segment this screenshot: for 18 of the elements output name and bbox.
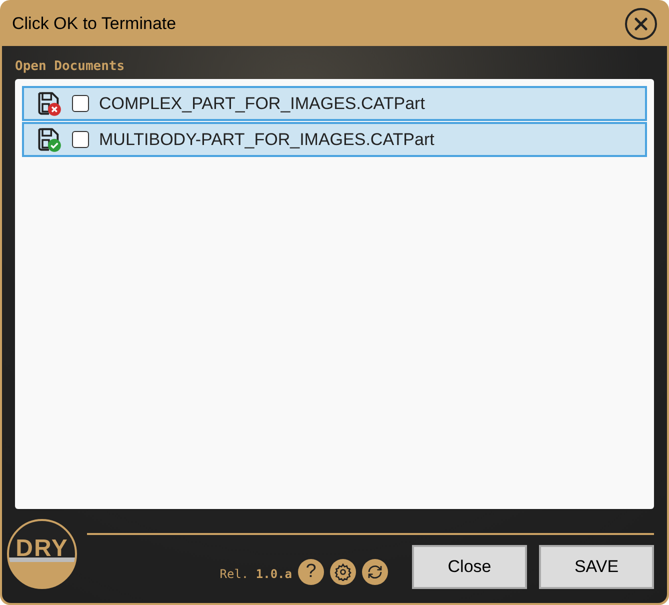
document-name: MULTIBODY-PART_FOR_IMAGES.CATPart [99, 128, 434, 151]
logo-text: DRY [16, 534, 68, 564]
document-row[interactable]: COMPLEX_PART_FOR_IMAGES.CATPart [22, 86, 647, 121]
dialog-button[interactable]: SAVE [539, 545, 654, 589]
window-title: Click OK to Terminate [12, 13, 176, 36]
checkbox[interactable] [72, 95, 89, 112]
settings-icon[interactable] [330, 559, 356, 585]
help-button[interactable]: ? [298, 559, 324, 585]
document-row[interactable]: MULTIBODY-PART_FOR_IMAGES.CATPart [22, 122, 647, 157]
document-name: COMPLEX_PART_FOR_IMAGES.CATPart [99, 92, 425, 115]
floppy-disk-icon [36, 126, 62, 152]
refresh-icon[interactable] [362, 559, 388, 585]
checkbox[interactable] [72, 131, 89, 148]
release-version: Rel. 1.0.a [220, 566, 292, 583]
close-icon[interactable] [625, 8, 657, 40]
floppy-disk-icon [36, 90, 62, 116]
section-label: Open Documents [15, 58, 126, 75]
dialog-button[interactable]: Close [412, 545, 527, 589]
